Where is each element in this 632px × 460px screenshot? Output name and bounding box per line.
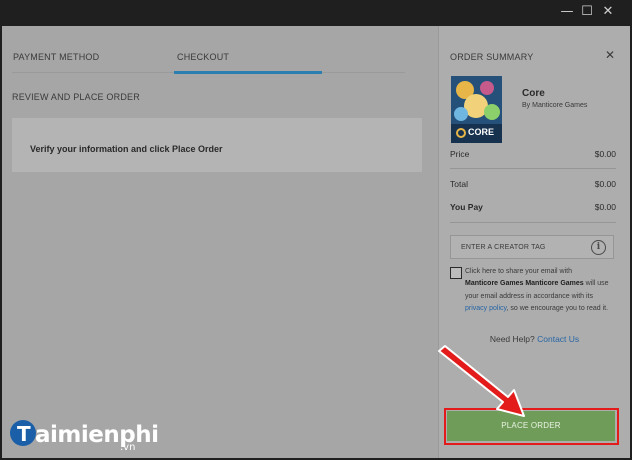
share-email-checkbox[interactable] [450,267,462,279]
place-order-button[interactable]: PLACE ORDER [447,411,615,441]
maximize-icon[interactable]: ☐ [579,4,595,20]
need-help-text: Need Help? [489,334,535,344]
section-title: REVIEW AND PLACE ORDER [12,92,140,102]
watermark-brand: aimienphi [35,422,159,448]
tab-payment-method[interactable]: PAYMENT METHOD [13,52,99,62]
window-close-icon[interactable]: ✕ [600,4,616,20]
help-row: Need Help? Contact Us [439,334,630,344]
you-pay-label: You Pay [450,202,483,212]
product-publisher: By Manticore Games [522,102,588,109]
total-value: $0.00 [594,179,616,189]
active-tab-indicator [174,71,322,74]
window-titlebar: — ☐ ✕ [0,0,632,26]
share-email-consent-text: Click here to share your email with Mant… [465,266,615,315]
product-art-label: CORE [468,127,495,137]
minimize-icon[interactable]: — [559,4,575,20]
product-name: Core [522,88,545,99]
consent-text-part: , so we encourage you to read it. [506,304,609,312]
privacy-policy-link[interactable]: privacy policy [465,305,507,312]
order-summary-panel: ORDER SUMMARY ✕ CORE Core By Manticore G… [439,26,630,458]
consent-publisher: Manticore Games [465,280,524,288]
price-label: Price [450,149,470,159]
consent-text-part: Click here to share your email with [465,268,572,275]
you-pay-value: $0.00 [594,202,616,212]
close-icon[interactable]: ✕ [605,48,615,62]
checkout-dialog: PAYMENT METHOD CHECKOUT REVIEW AND PLACE… [2,26,630,458]
product-art-image: CORE [451,76,502,143]
watermark-logo: T aimienphi .vn [6,420,159,456]
consent-publisher: Manticore Games [525,280,584,288]
verify-info-text: Verify your information and click Place … [30,144,223,154]
watermark-logo-t-icon: T [17,422,31,446]
watermark-tld: .vn [120,442,136,453]
creator-tag-placeholder: ENTER A CREATOR TAG [461,244,546,251]
divider [450,168,616,169]
tab-checkout[interactable]: CHECKOUT [177,52,229,62]
contact-us-link[interactable]: Contact Us [537,334,579,344]
order-summary-title: ORDER SUMMARY [450,52,534,62]
verify-info-box: Verify your information and click Place … [12,118,422,172]
total-label: Total [450,179,468,189]
info-icon[interactable]: i [591,240,606,255]
creator-tag-input[interactable]: ENTER A CREATOR TAG i [450,235,614,259]
checkout-main-panel: PAYMENT METHOD CHECKOUT REVIEW AND PLACE… [2,26,439,458]
price-value: $0.00 [594,149,616,159]
divider [450,222,616,223]
